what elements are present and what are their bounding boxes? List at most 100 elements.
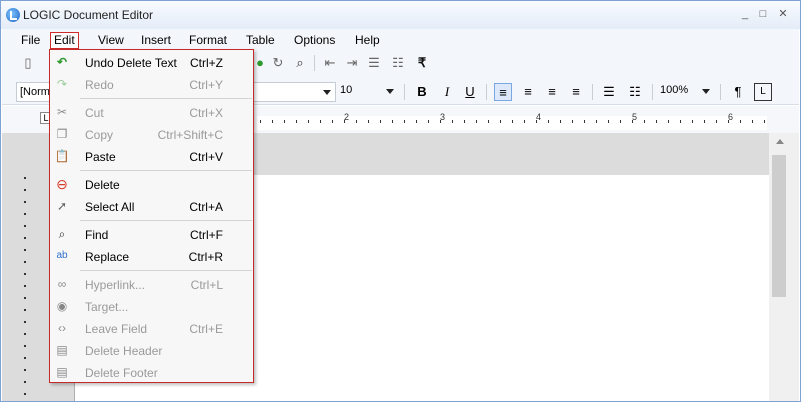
- ruler-tick: [392, 120, 393, 123]
- list-outdent-icon[interactable]: ☷: [390, 55, 406, 71]
- ruler-track: [257, 116, 767, 130]
- ruler-tick: [716, 120, 717, 123]
- menu-view[interactable]: View: [95, 32, 127, 49]
- ruler-tick: [464, 120, 465, 123]
- vertical-scrollbar[interactable]: [769, 133, 799, 401]
- footer-icon: ▤: [56, 365, 68, 379]
- ruler-tick: [752, 120, 753, 123]
- menu-item-cut[interactable]: ✂ Cut Ctrl+X: [50, 101, 253, 123]
- binoculars-icon[interactable]: ⌕: [292, 55, 308, 71]
- bold-button[interactable]: B: [413, 83, 431, 101]
- menu-item-label: Redo: [85, 78, 114, 92]
- menu-item-label: Delete: [85, 178, 120, 192]
- menu-item-leave-field[interactable]: ‹› Leave Field Ctrl+E: [50, 317, 253, 339]
- copy-icon: ❐: [56, 127, 68, 141]
- underline-button[interactable]: U: [461, 83, 479, 101]
- ruler-tick: [24, 345, 26, 347]
- menu-item-shortcut: Ctrl+Shift+C: [157, 128, 223, 142]
- ruler-tick: [356, 120, 357, 123]
- scroll-up-icon[interactable]: [776, 139, 784, 144]
- edit-menu-dropdown: ↶ Undo Delete Text Ctrl+Z ↷ Redo Ctrl+Y …: [49, 49, 254, 383]
- align-right-button[interactable]: ≡: [543, 83, 561, 101]
- menu-item-find[interactable]: ⌕ Find Ctrl+F: [50, 223, 253, 245]
- refresh-icon[interactable]: ↻: [270, 55, 286, 71]
- ruler-tick: [488, 120, 489, 123]
- menu-insert[interactable]: Insert: [138, 32, 174, 49]
- menu-item-undo[interactable]: ↶ Undo Delete Text Ctrl+Z: [50, 51, 253, 73]
- currency-icon[interactable]: ₹: [414, 55, 430, 71]
- menu-item-replace[interactable]: ab Replace Ctrl+R: [50, 245, 253, 267]
- ruler-tick: [656, 120, 657, 123]
- menu-item-delete-footer[interactable]: ▤ Delete Footer: [50, 361, 253, 383]
- app-logo-icon: [6, 8, 20, 22]
- new-document-icon[interactable]: ▯: [20, 55, 36, 71]
- numbered-list-button[interactable]: ☷: [626, 83, 644, 101]
- menu-item-label: Replace: [85, 250, 130, 264]
- align-center-button[interactable]: ≡: [519, 83, 537, 101]
- green-circle-icon[interactable]: ●: [252, 55, 268, 71]
- chevron-down-icon[interactable]: [702, 89, 710, 94]
- menu-table[interactable]: Table: [243, 32, 278, 49]
- menu-item-label: Select All: [85, 200, 135, 214]
- cursor-icon: ➚: [56, 199, 68, 213]
- menu-item-label: Find: [85, 228, 109, 242]
- scissors-icon: ✂: [56, 105, 68, 119]
- menu-item-delete[interactable]: ⊖ Delete: [50, 173, 253, 195]
- ruler-tick: [620, 120, 621, 123]
- ruler-tick: [524, 120, 525, 123]
- bullet-list-button[interactable]: ☰: [600, 83, 618, 101]
- ruler-tick: [476, 120, 477, 123]
- menu-item-target[interactable]: ◉ Target...: [50, 295, 253, 317]
- justify-button[interactable]: ≡: [567, 83, 585, 101]
- font-size-dropdown[interactable]: 10: [340, 84, 352, 96]
- menu-item-paste[interactable]: 📋 Paste Ctrl+V: [50, 145, 253, 167]
- chevron-down-icon[interactable]: [386, 89, 394, 94]
- menu-item-copy[interactable]: ❐ Copy Ctrl+Shift+C: [50, 123, 253, 145]
- ruler-tick: [740, 120, 741, 123]
- minimize-button[interactable]: _: [738, 7, 752, 21]
- align-icon[interactable]: ⇥: [344, 55, 360, 71]
- menu-item-label: Undo Delete Text: [85, 56, 177, 70]
- delete-icon: ⊖: [56, 176, 68, 192]
- menu-item-shortcut: Ctrl+X: [189, 106, 223, 120]
- menu-file[interactable]: File: [18, 32, 43, 49]
- ruler-tick: [536, 120, 537, 123]
- list-indent-icon[interactable]: ☰: [366, 55, 382, 71]
- zoom-dropdown[interactable]: 100%: [660, 84, 688, 96]
- menu-item-select-all[interactable]: ➚ Select All Ctrl+A: [50, 195, 253, 217]
- tab-stop-button[interactable]: L: [754, 83, 772, 101]
- menu-edit[interactable]: Edit: [50, 32, 79, 49]
- italic-button[interactable]: I: [438, 83, 456, 101]
- ruler-tick: [440, 120, 441, 123]
- ruler-tick: [24, 249, 26, 251]
- ruler-tick: [24, 369, 26, 371]
- ruler-tick: [296, 120, 297, 123]
- menu-item-shortcut: Ctrl+A: [189, 200, 223, 214]
- align-left-button[interactable]: ≡: [494, 83, 512, 101]
- menu-options[interactable]: Options: [291, 32, 338, 49]
- indent-icon[interactable]: ⇤: [322, 55, 338, 71]
- menu-item-delete-header[interactable]: ▤ Delete Header: [50, 339, 253, 361]
- menu-item-label: Paste: [85, 150, 116, 164]
- menu-help[interactable]: Help: [352, 32, 383, 49]
- menu-item-redo[interactable]: ↷ Redo Ctrl+Y: [50, 73, 253, 95]
- ruler-tick: [24, 297, 26, 299]
- menu-format[interactable]: Format: [186, 32, 230, 49]
- ruler-tick: [500, 120, 501, 123]
- replace-icon: ab: [56, 250, 68, 261]
- ruler-tick: [24, 321, 26, 323]
- ruler-tick: [24, 393, 26, 395]
- maximize-button[interactable]: □: [756, 7, 770, 21]
- ruler-tick: [284, 120, 285, 123]
- menu-item-shortcut: Ctrl+Y: [189, 78, 223, 92]
- vertical-ruler: [14, 173, 34, 401]
- close-button[interactable]: ✕: [776, 7, 790, 21]
- ruler-tick: [368, 120, 369, 123]
- paragraph-mark-button[interactable]: ¶: [729, 83, 747, 101]
- link-icon: ∞: [57, 277, 67, 291]
- ruler-tick: [512, 120, 513, 123]
- scroll-thumb[interactable]: [772, 155, 786, 297]
- ruler-tick: [560, 120, 561, 123]
- menu-item-hyperlink[interactable]: ∞ Hyperlink... Ctrl+L: [50, 273, 253, 295]
- menu-item-shortcut: Ctrl+R: [188, 250, 223, 264]
